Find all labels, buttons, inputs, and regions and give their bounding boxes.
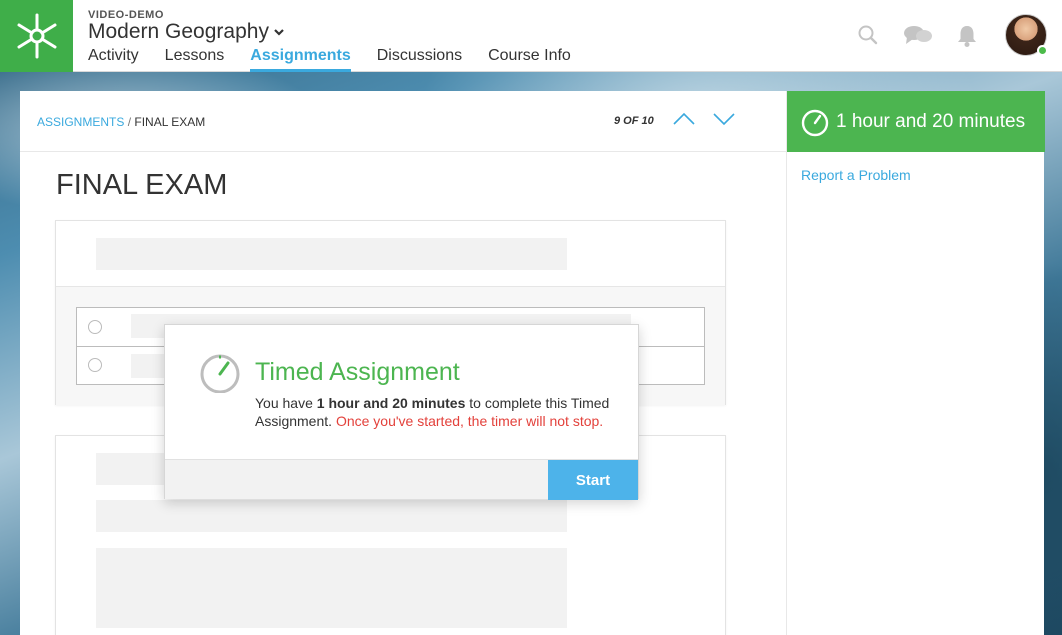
- answer-radio[interactable]: [88, 358, 102, 372]
- breadcrumb: ASSIGNMENTS / FINAL EXAM: [37, 115, 205, 129]
- breadcrumb-separator: /: [127, 115, 132, 129]
- dialog-title: Timed Assignment: [255, 358, 460, 386]
- item-pager: 9 OF 10: [614, 115, 654, 127]
- nav-activity[interactable]: Activity: [88, 46, 139, 72]
- timed-assignment-dialog: Timed Assignment You have 1 hour and 20 …: [164, 324, 639, 500]
- nav-assignments[interactable]: Assignments: [250, 46, 351, 72]
- page-title: FINAL EXAM: [56, 169, 228, 201]
- nav-lessons[interactable]: Lessons: [165, 46, 225, 72]
- dialog-message-prefix: You have: [255, 395, 317, 411]
- stopwatch-icon: [801, 109, 829, 136]
- timer-banner: 1 hour and 20 minutes: [787, 91, 1045, 152]
- previous-item-chevron-up-icon[interactable]: [672, 111, 696, 127]
- breadcrumb-bar: ASSIGNMENTS / FINAL EXAM 9 OF 10: [20, 91, 786, 152]
- sidebar: 1 hour and 20 minutes Report a Problem: [786, 91, 1045, 635]
- answer-radio[interactable]: [88, 320, 102, 334]
- question-text-placeholder: [96, 238, 567, 270]
- chevron-down-icon: [274, 29, 284, 36]
- search-icon[interactable]: [857, 24, 879, 46]
- question-text-placeholder: [96, 500, 567, 532]
- dialog-footer: Start: [165, 459, 638, 500]
- schoology-logo[interactable]: [0, 0, 73, 72]
- top-bar: VIDEO-DEMO Modern Geography Activity Les…: [0, 0, 1062, 72]
- breadcrumb-current: FINAL EXAM: [134, 115, 206, 129]
- online-status-indicator: [1037, 45, 1048, 56]
- question-text-placeholder: [96, 548, 567, 628]
- report-problem-link[interactable]: Report a Problem: [801, 167, 911, 183]
- course-title-dropdown[interactable]: Modern Geography: [88, 20, 285, 44]
- next-item-chevron-down-icon[interactable]: [712, 111, 736, 127]
- nav-discussions[interactable]: Discussions: [377, 46, 462, 72]
- nav-course-info[interactable]: Course Info: [488, 46, 571, 72]
- asterisk-logo-icon: [17, 13, 56, 59]
- course-nav: Activity Lessons Assignments Discussions…: [88, 46, 597, 72]
- course-title: Modern Geography: [88, 20, 269, 43]
- stopwatch-icon: [200, 354, 240, 393]
- breadcrumb-assignments-link[interactable]: ASSIGNMENTS: [37, 115, 124, 129]
- timer-remaining-text: 1 hour and 20 minutes: [836, 110, 1026, 132]
- bell-icon[interactable]: [956, 24, 978, 48]
- dialog-message: You have 1 hour and 20 minutes to comple…: [255, 394, 635, 430]
- dialog-warning: Once you've started, the timer will not …: [335, 413, 604, 429]
- chat-icon[interactable]: [903, 24, 933, 46]
- dialog-message-duration: 1 hour and 20 minutes: [316, 395, 466, 411]
- start-button[interactable]: Start: [548, 460, 638, 500]
